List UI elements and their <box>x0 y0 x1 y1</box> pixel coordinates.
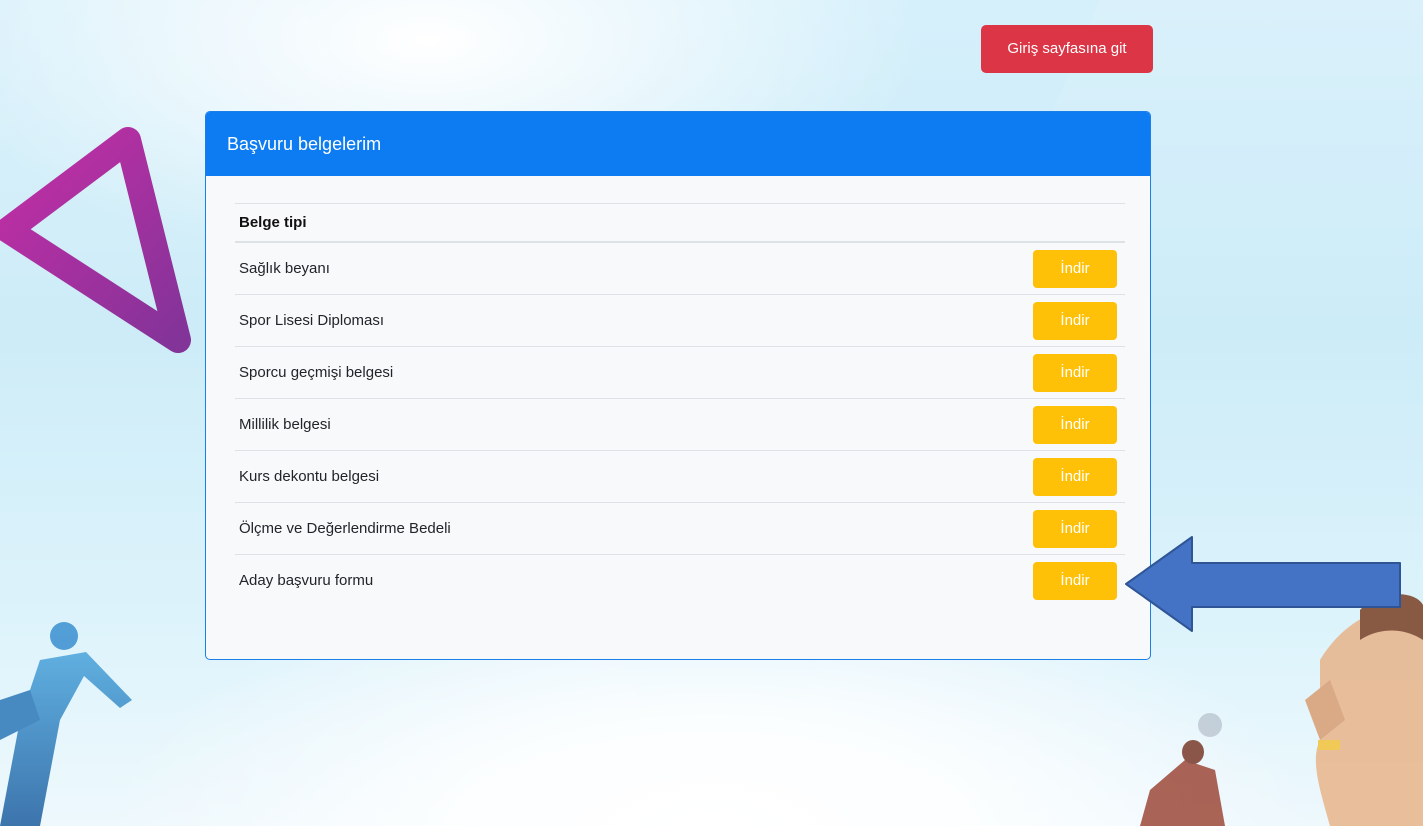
left-arrow-icon <box>1125 536 1401 632</box>
card-title: Başvuru belgelerim <box>206 112 1150 176</box>
document-label: Sağlık beyanı <box>239 260 330 277</box>
column-header-document-type: Belge tipi <box>235 203 1125 243</box>
athlete-left-figure <box>0 622 132 826</box>
download-button[interactable]: İndir <box>1033 562 1117 600</box>
document-label: Spor Lisesi Diploması <box>239 312 385 329</box>
document-label: Aday başvuru formu <box>239 572 374 589</box>
login-page-button[interactable]: Giriş sayfasına git <box>981 25 1153 73</box>
download-button[interactable]: İndir <box>1033 510 1117 548</box>
download-button[interactable]: İndir <box>1033 458 1117 496</box>
documents-table: Belge tipi Sağlık beyanı İndir Spor Lise… <box>235 203 1125 607</box>
table-row: Aday başvuru formu İndir <box>235 555 1125 607</box>
download-button[interactable]: İndir <box>1033 250 1117 288</box>
table-row: Sporcu geçmişi belgesi İndir <box>235 347 1125 399</box>
application-documents-card: Başvuru belgelerim Belge tipi Sağlık bey… <box>205 111 1151 660</box>
table-row: Sağlık beyanı İndir <box>235 243 1125 295</box>
document-label: Sporcu geçmişi belgesi <box>239 364 394 381</box>
table-row: Spor Lisesi Diploması İndir <box>235 295 1125 347</box>
table-row: Kurs dekontu belgesi İndir <box>235 451 1125 503</box>
table-row: Ölçme ve Değerlendirme Bedeli İndir <box>235 503 1125 555</box>
download-button[interactable]: İndir <box>1033 354 1117 392</box>
document-label: Ölçme ve Değerlendirme Bedeli <box>239 520 451 537</box>
document-label: Kurs dekontu belgesi <box>239 468 380 485</box>
download-button[interactable]: İndir <box>1033 406 1117 444</box>
table-row: Millilik belgesi İndir <box>235 399 1125 451</box>
triangle-decoration-icon <box>0 127 191 353</box>
document-label: Millilik belgesi <box>239 416 331 433</box>
download-button[interactable]: İndir <box>1033 302 1117 340</box>
